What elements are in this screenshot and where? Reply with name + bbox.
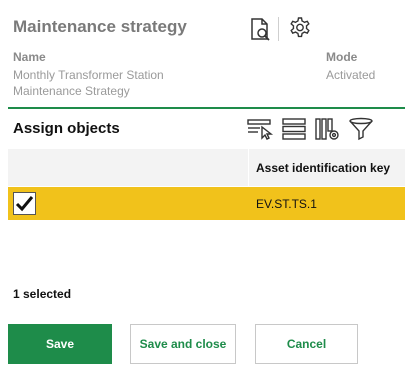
- mode-label: Mode: [326, 50, 358, 64]
- table-row[interactable]: EV.ST.TS.1: [8, 187, 405, 220]
- gear-icon[interactable]: [285, 14, 315, 44]
- selection-count: 1 selected: [13, 287, 72, 301]
- asset-key-cell: EV.ST.TS.1: [256, 197, 317, 211]
- cancel-button[interactable]: Cancel: [255, 324, 358, 364]
- save-and-close-button[interactable]: Save and close: [130, 324, 236, 364]
- header-icon-separator: [278, 17, 279, 41]
- column-settings-icon[interactable]: [313, 116, 341, 142]
- select-rows-icon[interactable]: [246, 116, 274, 142]
- name-value-line1: Monthly Transformer Station: [13, 68, 164, 82]
- row-checkbox[interactable]: [13, 192, 36, 215]
- checkmark-icon: [15, 196, 34, 212]
- page-title: Maintenance strategy: [13, 17, 187, 36]
- mode-value: Activated: [326, 68, 376, 82]
- name-label: Name: [13, 50, 46, 64]
- assign-objects-title: Assign objects: [13, 120, 120, 137]
- name-value-line2: Maintenance Strategy: [13, 84, 130, 98]
- column-separator: [248, 149, 249, 186]
- list-icon[interactable]: [280, 116, 308, 142]
- table-header: Asset identification key: [8, 149, 405, 186]
- header-icon-group: [246, 14, 316, 44]
- save-button[interactable]: Save: [8, 324, 112, 364]
- column-header-asset-key[interactable]: Asset identification key: [256, 161, 390, 175]
- filter-icon[interactable]: [347, 116, 375, 142]
- section-divider: [8, 107, 405, 109]
- document-search-icon[interactable]: [246, 14, 276, 44]
